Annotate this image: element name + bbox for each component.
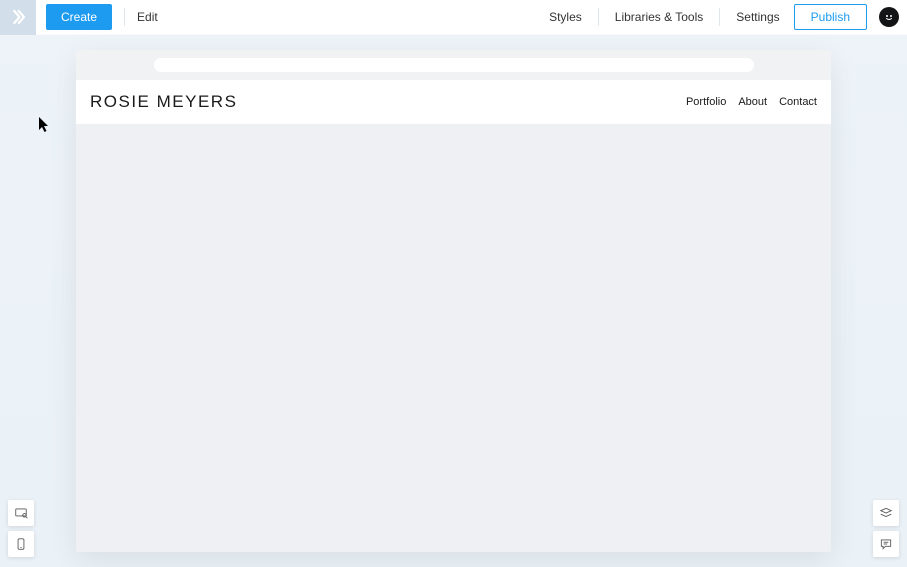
edit-link[interactable]: Edit [137, 10, 158, 24]
avatar[interactable] [879, 7, 899, 27]
site-nav-contact[interactable]: Contact [779, 96, 817, 108]
nav-libraries[interactable]: Libraries & Tools [611, 10, 708, 24]
app-logo[interactable] [0, 0, 36, 35]
comments-button[interactable] [873, 531, 899, 557]
top-toolbar: Create Edit Styles Libraries & Tools Set… [0, 0, 907, 35]
nav-settings[interactable]: Settings [732, 10, 783, 24]
divider [719, 8, 720, 26]
site-nav: Portfolio About Contact [686, 96, 817, 108]
site-nav-about[interactable]: About [738, 96, 767, 108]
url-bar[interactable] [154, 58, 754, 72]
layers-button[interactable] [873, 500, 899, 526]
nav-styles[interactable]: Styles [545, 10, 586, 24]
cursor-icon [39, 117, 51, 133]
create-button[interactable]: Create [46, 4, 112, 30]
publish-button[interactable]: Publish [794, 4, 867, 30]
site-title[interactable]: ROSIE MEYERS [90, 92, 237, 112]
preview-tool-button[interactable] [8, 500, 34, 526]
browser-chrome [76, 50, 831, 80]
site-header: ROSIE MEYERS Portfolio About Contact [76, 80, 831, 124]
site-body[interactable] [76, 124, 831, 552]
mobile-view-button[interactable] [8, 531, 34, 557]
site-nav-portfolio[interactable]: Portfolio [686, 96, 726, 108]
divider [598, 8, 599, 26]
site-preview-canvas[interactable]: ROSIE MEYERS Portfolio About Contact [76, 50, 831, 552]
divider [124, 8, 125, 26]
